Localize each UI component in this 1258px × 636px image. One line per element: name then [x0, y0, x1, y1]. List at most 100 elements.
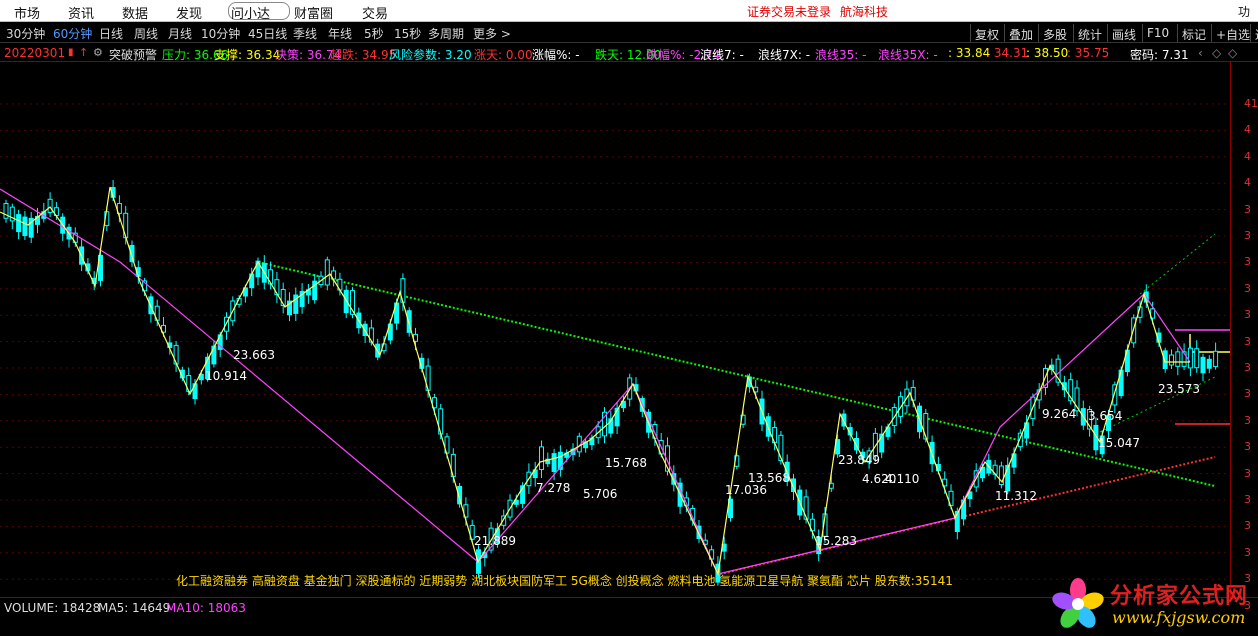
indicator-field: 浪线35: -: [815, 48, 867, 62]
wave-label: 10.914: [205, 369, 247, 383]
price-tick: 4: [1244, 123, 1251, 137]
menu-func[interactable]: 功: [1238, 3, 1250, 20]
period-more[interactable]: 更多 >: [473, 25, 511, 42]
price-tick: 3: [1244, 387, 1251, 401]
volume-ma10: MA10: 18063: [166, 601, 246, 615]
menu-item-discover[interactable]: 发现: [176, 3, 202, 22]
indicator-field: : 34.31: [986, 46, 1029, 60]
price-tick: 3: [1244, 281, 1251, 295]
nav-diamond-icon-2[interactable]: ◇: [1228, 46, 1237, 60]
menu-item-data[interactable]: 数据: [122, 3, 148, 22]
price-tick: 3: [1244, 229, 1251, 242]
indicator-field: 涨天: 0.00: [474, 48, 533, 62]
price-tick: 4: [1244, 149, 1251, 163]
indicator-name[interactable]: 突破预警: [109, 46, 157, 63]
period-45day[interactable]: 45日线: [248, 25, 287, 42]
menu-item-market[interactable]: 市场: [14, 3, 40, 22]
wave-label: 7.278: [536, 481, 570, 495]
period-10min[interactable]: 10分钟: [201, 25, 240, 42]
wave-label: 23.849: [838, 453, 880, 467]
price-tick: 3: [1244, 308, 1251, 322]
nav-left-icon[interactable]: ‹: [1198, 46, 1203, 60]
arrow-up-icon[interactable]: ↑: [79, 46, 88, 59]
candle-body: [1200, 356, 1206, 374]
wave-label: 9.264: [1042, 407, 1076, 421]
concept-tags: 化工融资融券 高融资盘 基金独门 深股通标的 近期弱势 湖北板块国防军工 5G概…: [176, 574, 953, 588]
period-15sec[interactable]: 15秒: [394, 25, 421, 42]
site-watermark: 分析家公式网 www.fxjgsw.com: [1048, 574, 1258, 635]
wave-label: 15.768: [605, 456, 647, 470]
wave-label: 21.889: [474, 534, 516, 548]
price-tick: 41: [1244, 97, 1258, 110]
indicator-field: 风险参数: 3.20: [389, 48, 472, 62]
price-tick: 3: [1244, 361, 1251, 374]
button-f10[interactable]: F10: [1142, 24, 1173, 42]
zigzag-lines: [0, 186, 1191, 577]
top-menu-bar: 市场 资讯 数据 发现 问小达 财富圈 交易 证券交易未登录 航海科技 功: [0, 0, 1258, 22]
indicator-field: 浪线7: -: [700, 48, 744, 62]
nav-diamond-icon[interactable]: ◇: [1212, 46, 1221, 60]
price-tick: 3: [1244, 202, 1251, 216]
menu-item-wealth[interactable]: 财富圈: [294, 3, 333, 22]
candle-body: [47, 198, 53, 214]
period-5sec[interactable]: 5秒: [364, 25, 384, 42]
login-notice[interactable]: 证券交易未登录: [747, 3, 831, 20]
chart-grid: [0, 103, 1230, 580]
wave-label: 11.312: [995, 489, 1037, 503]
price-tick: 3: [1244, 413, 1251, 427]
period-60min[interactable]: 60分钟: [53, 25, 92, 42]
brand-notice: 航海科技: [840, 5, 889, 19]
candle-body: [1213, 350, 1219, 368]
wave-label: 4.110: [885, 472, 919, 486]
candles: [3, 180, 1219, 586]
price-tick: 3: [1244, 519, 1251, 533]
button-add-favorite[interactable]: +自选: [1211, 24, 1254, 42]
candle-body: [551, 453, 557, 472]
indicator-field: : 35.75: [1067, 46, 1110, 60]
button-overlay[interactable]: 叠加: [1004, 24, 1037, 42]
indicator-field: 涨幅%: -: [532, 48, 580, 62]
menu-item-ask[interactable]: 问小达: [231, 3, 270, 22]
period-toolbar: 30分钟 60分钟 日线 周线 月线 10分钟 45日线 季线 年线 5秒 15…: [0, 23, 1258, 43]
period-day[interactable]: 日线: [99, 25, 123, 42]
watermark-name: 分析家公式网: [1110, 584, 1249, 609]
button-draw-line[interactable]: 画线: [1107, 24, 1140, 42]
period-quarter[interactable]: 季线: [293, 25, 317, 42]
menu-item-news[interactable]: 资讯: [68, 3, 94, 22]
button-mark[interactable]: 标记: [1177, 24, 1210, 42]
menu-item-trade[interactable]: 交易: [362, 3, 388, 22]
kline-chart[interactable]: 10.914 23.663 21.889 7.278 5.706 15.768 17.036…: [0, 62, 1230, 602]
short-wave-line: [0, 186, 1190, 577]
wave-label: 13.568: [748, 471, 790, 485]
period-month[interactable]: 月线: [168, 25, 192, 42]
indicator-field: 超跌: 34.95: [330, 48, 397, 62]
indicator-collapse-icon[interactable]: ▮: [68, 47, 74, 58]
indicator-field: : 38.50: [1026, 46, 1069, 60]
wave-label: 23.663: [233, 348, 275, 362]
wave-label: 23.573: [1158, 382, 1200, 396]
wave-labels: 10.914 23.663 21.889 7.278 5.706 15.768 17.036…: [205, 348, 1200, 548]
button-back[interactable]: 返: [1250, 24, 1258, 42]
period-week[interactable]: 周线: [134, 25, 158, 42]
indicator-field: 支撑: 36.34: [214, 48, 281, 62]
settings-icon[interactable]: ⚙: [93, 46, 103, 59]
wave-label: 15.283: [815, 534, 857, 548]
wave-label: 15.047: [1098, 436, 1140, 450]
indicator-header: 20220301 ▮ ↑ ⚙ 突破预警 压力: 36.66 支撑: 36.34 决策…: [0, 44, 1258, 62]
button-multi-stock[interactable]: 多股: [1038, 24, 1071, 42]
price-tick: 3: [1244, 334, 1251, 348]
candle-body: [16, 214, 22, 233]
candle-body: [1187, 347, 1193, 369]
price-tick: 4: [1244, 176, 1251, 190]
watermark-url: www.fxjgsw.com: [1112, 608, 1246, 627]
period-30min[interactable]: 30分钟: [6, 25, 45, 42]
wave-label: 17.036: [725, 483, 767, 497]
upper-extension-line: [1139, 233, 1216, 295]
button-adjust[interactable]: 复权: [970, 24, 1003, 42]
period-multi[interactable]: 多周期: [428, 25, 464, 42]
period-year[interactable]: 年线: [328, 25, 352, 42]
button-stats[interactable]: 统计: [1073, 24, 1106, 42]
price-tick: 3: [1244, 466, 1251, 480]
candle-body: [22, 216, 28, 237]
wave-label: 3.654: [1088, 409, 1122, 423]
